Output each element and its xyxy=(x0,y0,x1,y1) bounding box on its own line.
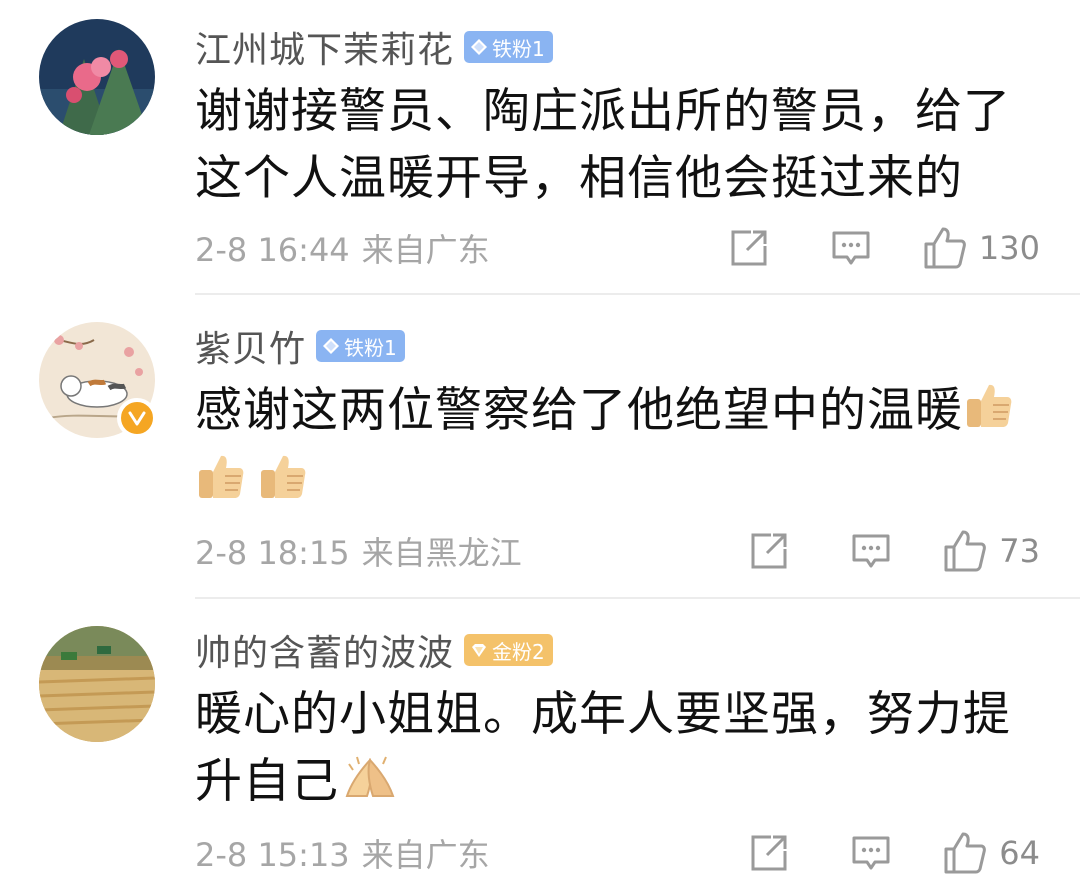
badge-label: 铁粉1 xyxy=(492,36,545,61)
comment-meta: 2-8 15:13 来自广东 xyxy=(195,830,490,876)
thumbs-up-emoji xyxy=(195,450,247,520)
thumbs-up-emoji xyxy=(257,450,309,520)
badge-label: 金粉2 xyxy=(492,639,545,664)
comment-actions: 130 xyxy=(729,226,1040,270)
comment-footer: 2-8 18:15 来自黑龙江 73 xyxy=(195,529,1040,573)
badge-label: 铁粉1 xyxy=(344,335,397,360)
comment-text: 感谢这两位警察给了他绝望中的温暖 xyxy=(195,377,1040,520)
thumbs-up-emoji xyxy=(963,379,1015,449)
like-icon[interactable] xyxy=(943,831,987,875)
comment-meta: 2-8 16:44 来自广东 xyxy=(195,225,490,271)
diamond-icon xyxy=(470,38,488,56)
timestamp: 2-8 15:13 xyxy=(195,836,350,874)
user-info: 江州城下茉莉花 铁粉1 xyxy=(195,22,553,72)
share-icon[interactable] xyxy=(729,228,769,268)
comment-item: 帅的含蓄的波波 金粉2 暖心的小姐姐。成年人要坚强，努力提升自己 2-8 15:… xyxy=(0,599,1080,887)
comment-item: 紫贝竹 铁粉1 感谢这两位警察给了他绝望中的温暖 2-8 18:15 来自黑龙江 … xyxy=(0,295,1080,599)
verified-icon xyxy=(117,398,157,438)
fan-badge[interactable]: 铁粉1 xyxy=(316,330,405,362)
timestamp: 2-8 16:44 xyxy=(195,231,350,269)
user-info: 帅的含蓄的波波 金粉2 xyxy=(195,625,553,675)
comment-actions: 73 xyxy=(749,529,1040,573)
reply-icon[interactable] xyxy=(851,531,891,571)
comment-text-content: 感谢这两位警察给了他绝望中的温暖 xyxy=(195,383,963,438)
comment-footer: 2-8 15:13 来自广东 64 xyxy=(195,831,1040,875)
like-icon[interactable] xyxy=(943,529,987,573)
like-icon[interactable] xyxy=(923,226,967,270)
diamond-icon xyxy=(322,337,340,355)
palms-together-emoji xyxy=(343,751,397,818)
location: 来自广东 xyxy=(361,836,490,874)
comment-footer: 2-8 16:44 来自广东 130 xyxy=(195,226,1040,270)
comment-text-content: 暖心的小姐姐。成年人要坚强，努力提升自己 xyxy=(195,687,1011,809)
comment-item: 江州城下茉莉花 铁粉1 谢谢接警员、陶庄派出所的警员，给了这个人温暖开导，相信他… xyxy=(0,0,1080,295)
share-icon[interactable] xyxy=(749,833,789,873)
share-icon[interactable] xyxy=(749,531,789,571)
fan-badge[interactable]: 金粉2 xyxy=(464,634,553,666)
comment-text: 谢谢接警员、陶庄派出所的警员，给了这个人温暖开导，相信他会挺过来的 xyxy=(195,84,1011,206)
crown-icon xyxy=(470,641,488,659)
reply-icon[interactable] xyxy=(831,228,871,268)
username[interactable]: 帅的含蓄的波波 xyxy=(195,624,454,676)
username[interactable]: 紫贝竹 xyxy=(195,320,306,372)
fan-badge[interactable]: 铁粉1 xyxy=(464,31,553,63)
location: 来自黑龙江 xyxy=(361,534,522,572)
like-count: 64 xyxy=(999,834,1040,872)
comment-text: 暖心的小姐姐。成年人要坚强，努力提升自己 xyxy=(195,681,1040,818)
like-count: 130 xyxy=(978,229,1040,267)
comment-actions: 64 xyxy=(749,831,1040,875)
reply-icon[interactable] xyxy=(851,833,891,873)
location: 来自广东 xyxy=(361,231,490,269)
user-info: 紫贝竹 铁粉1 xyxy=(195,321,405,371)
username[interactable]: 江州城下茉莉花 xyxy=(195,21,454,73)
avatar[interactable] xyxy=(39,626,155,742)
like-count: 73 xyxy=(999,532,1040,570)
comment-meta: 2-8 18:15 来自黑龙江 xyxy=(195,528,522,574)
timestamp: 2-8 18:15 xyxy=(195,534,350,572)
avatar[interactable] xyxy=(39,19,155,135)
